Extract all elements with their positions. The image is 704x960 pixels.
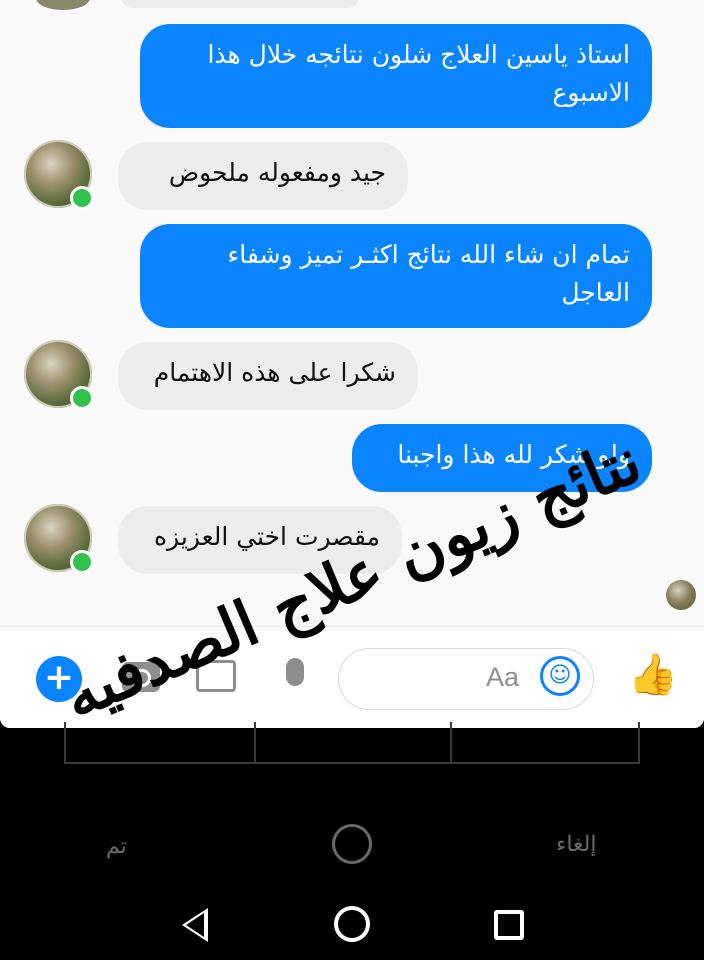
message-outgoing[interactable]: تمام ان شاء الله نتائج اكثـر تميز وشفاء … (140, 224, 652, 328)
recent-apps-icon[interactable] (494, 910, 524, 940)
avatar (36, 0, 90, 10)
done-button[interactable]: تم (106, 834, 127, 859)
home-icon[interactable] (334, 906, 370, 942)
message-incoming[interactable]: شكرا على هذه الاهتمام (118, 342, 418, 410)
online-status-dot (70, 550, 94, 574)
message-bubble-partial (120, 0, 360, 8)
back-icon[interactable] (182, 908, 208, 942)
contact-avatar[interactable] (24, 140, 94, 210)
contact-avatar[interactable] (24, 504, 94, 574)
message-incoming[interactable]: جيد ومفعوله ملحوض (118, 142, 408, 210)
rotate-icon[interactable] (332, 824, 372, 864)
contact-avatar[interactable] (24, 340, 94, 410)
online-status-dot (70, 386, 94, 410)
cancel-button[interactable]: إلغاء (556, 832, 596, 857)
online-status-dot (70, 186, 94, 210)
message-outgoing[interactable]: استاذ ياسين العلاج شلون نتائجه خلال هذا … (140, 24, 652, 128)
